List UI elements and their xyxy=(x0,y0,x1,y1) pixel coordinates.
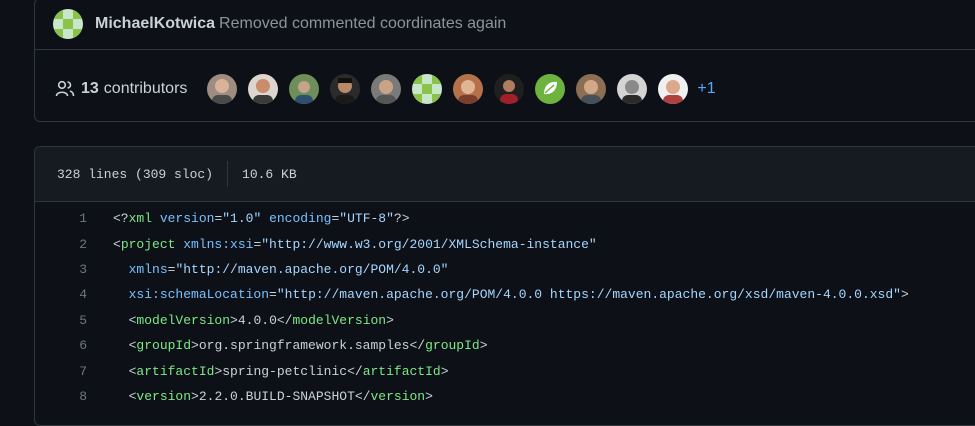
code-line: 8 <version>2.2.0.BUILD-SNAPSHOT</version… xyxy=(35,384,975,409)
more-contributors-link[interactable]: +1 xyxy=(697,80,715,98)
file-size: 10.6 KB xyxy=(242,166,297,182)
line-content: <version>2.2.0.BUILD-SNAPSHOT</version> xyxy=(128,388,433,404)
contributor-avatar[interactable] xyxy=(207,74,238,104)
line-number[interactable]: 5 xyxy=(35,313,87,328)
line-number[interactable]: 7 xyxy=(35,364,87,379)
code-line: 3 xmlns="http://maven.apache.org/POM/4.0… xyxy=(35,257,975,282)
author-avatar[interactable] xyxy=(53,9,83,39)
code-area: 1 <?xml version="1.0" encoding="UTF-8"?>… xyxy=(35,202,975,409)
file-header: 328 lines (309 sloc) 10.6 KB xyxy=(35,147,975,202)
line-number[interactable]: 3 xyxy=(35,262,87,277)
contributors-count[interactable]: 13 xyxy=(81,80,99,98)
file-lines-info: 328 lines (309 sloc) xyxy=(57,166,214,182)
header-separator xyxy=(227,161,229,187)
contributor-avatar[interactable] xyxy=(289,74,320,104)
line-number[interactable]: 2 xyxy=(35,237,87,252)
contributor-avatar[interactable] xyxy=(371,74,402,104)
commit-author-link[interactable]: MichaelKotwica xyxy=(95,15,215,33)
contributors-label[interactable]: contributors xyxy=(104,80,188,98)
code-line: 1 <?xml version="1.0" encoding="UTF-8"?> xyxy=(35,206,975,231)
line-number[interactable]: 1 xyxy=(35,211,87,226)
line-content: <?xml version="1.0" encoding="UTF-8"?> xyxy=(113,211,410,227)
line-number[interactable]: 4 xyxy=(35,287,87,302)
commit-message-link[interactable]: Removed commented coordinates again xyxy=(219,15,506,33)
contributor-avatar[interactable] xyxy=(412,74,443,104)
line-number[interactable]: 8 xyxy=(35,389,87,404)
code-line: 2 <project xmlns:xsi="http://www.w3.org/… xyxy=(35,231,975,256)
contributor-avatar[interactable] xyxy=(576,74,607,104)
line-content: <project xmlns:xsi="http://www.w3.org/20… xyxy=(113,236,597,252)
line-content: xmlns="http://maven.apache.org/POM/4.0.0… xyxy=(128,261,449,277)
latest-commit-box: MichaelKotwica Removed commented coordin… xyxy=(34,0,975,122)
people-icon xyxy=(55,80,75,97)
contributor-avatar[interactable] xyxy=(494,74,525,104)
code-line: 7 <artifactId>spring-petclinic</artifact… xyxy=(35,358,975,383)
spring-logo-avatar[interactable] xyxy=(535,74,566,104)
commit-row: MichaelKotwica Removed commented coordin… xyxy=(53,1,975,47)
line-content: xsi:schemaLocation="http://maven.apache.… xyxy=(128,287,909,303)
line-content: <artifactId>spring-petclinic</artifactId… xyxy=(128,363,449,379)
line-number[interactable]: 6 xyxy=(35,338,87,353)
contributor-avatar[interactable] xyxy=(330,74,361,104)
code-line: 5 <modelVersion>4.0.0</modelVersion> xyxy=(35,308,975,333)
code-line: 4 xsi:schemaLocation="http://maven.apach… xyxy=(35,282,975,307)
file-viewer: 328 lines (309 sloc) 10.6 KB 1 <?xml ver… xyxy=(34,146,975,426)
contributor-avatar[interactable] xyxy=(658,74,689,104)
contributors-row: 13 contributors +1 xyxy=(55,71,975,107)
divider xyxy=(35,49,975,50)
line-content: <modelVersion>4.0.0</modelVersion> xyxy=(128,312,394,328)
contributor-avatar[interactable] xyxy=(248,74,279,104)
contributor-avatar[interactable] xyxy=(617,74,648,104)
line-content: <groupId>org.springframework.samples</gr… xyxy=(128,338,488,354)
code-line: 6 <groupId>org.springframework.samples</… xyxy=(35,333,975,358)
contributor-avatar[interactable] xyxy=(453,74,484,104)
